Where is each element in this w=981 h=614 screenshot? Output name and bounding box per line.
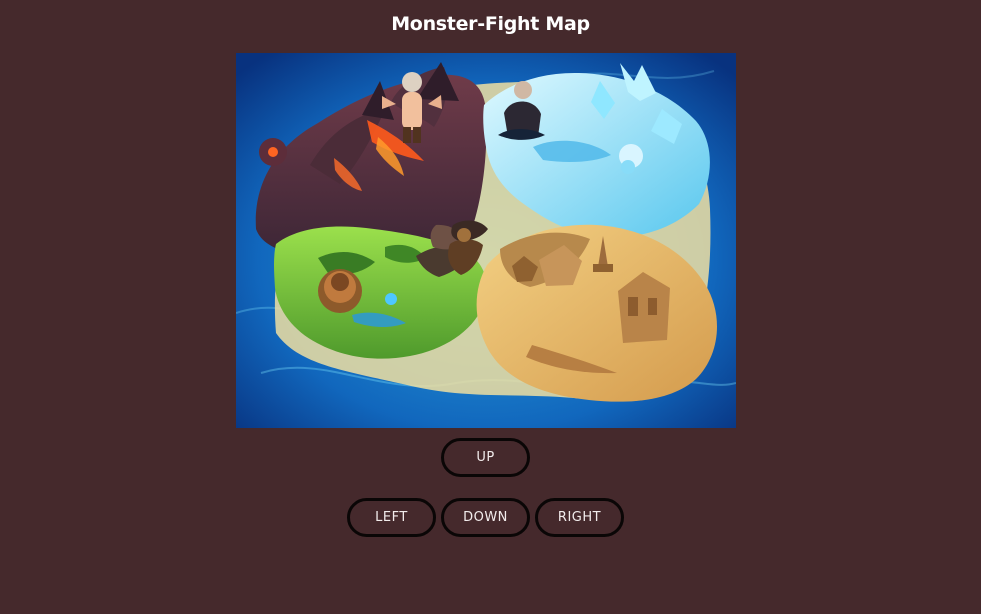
page-title: Monster-Fight Map	[391, 13, 590, 35]
island-map-image	[236, 53, 736, 428]
game-page: Monster-Fight Map UP LEFT DOWN RIGHT	[0, 0, 981, 614]
down-button[interactable]: DOWN	[441, 498, 530, 537]
right-button[interactable]: RIGHT	[535, 498, 624, 537]
game-map	[236, 53, 736, 428]
left-button[interactable]: LEFT	[347, 498, 436, 537]
up-button[interactable]: UP	[441, 438, 530, 477]
